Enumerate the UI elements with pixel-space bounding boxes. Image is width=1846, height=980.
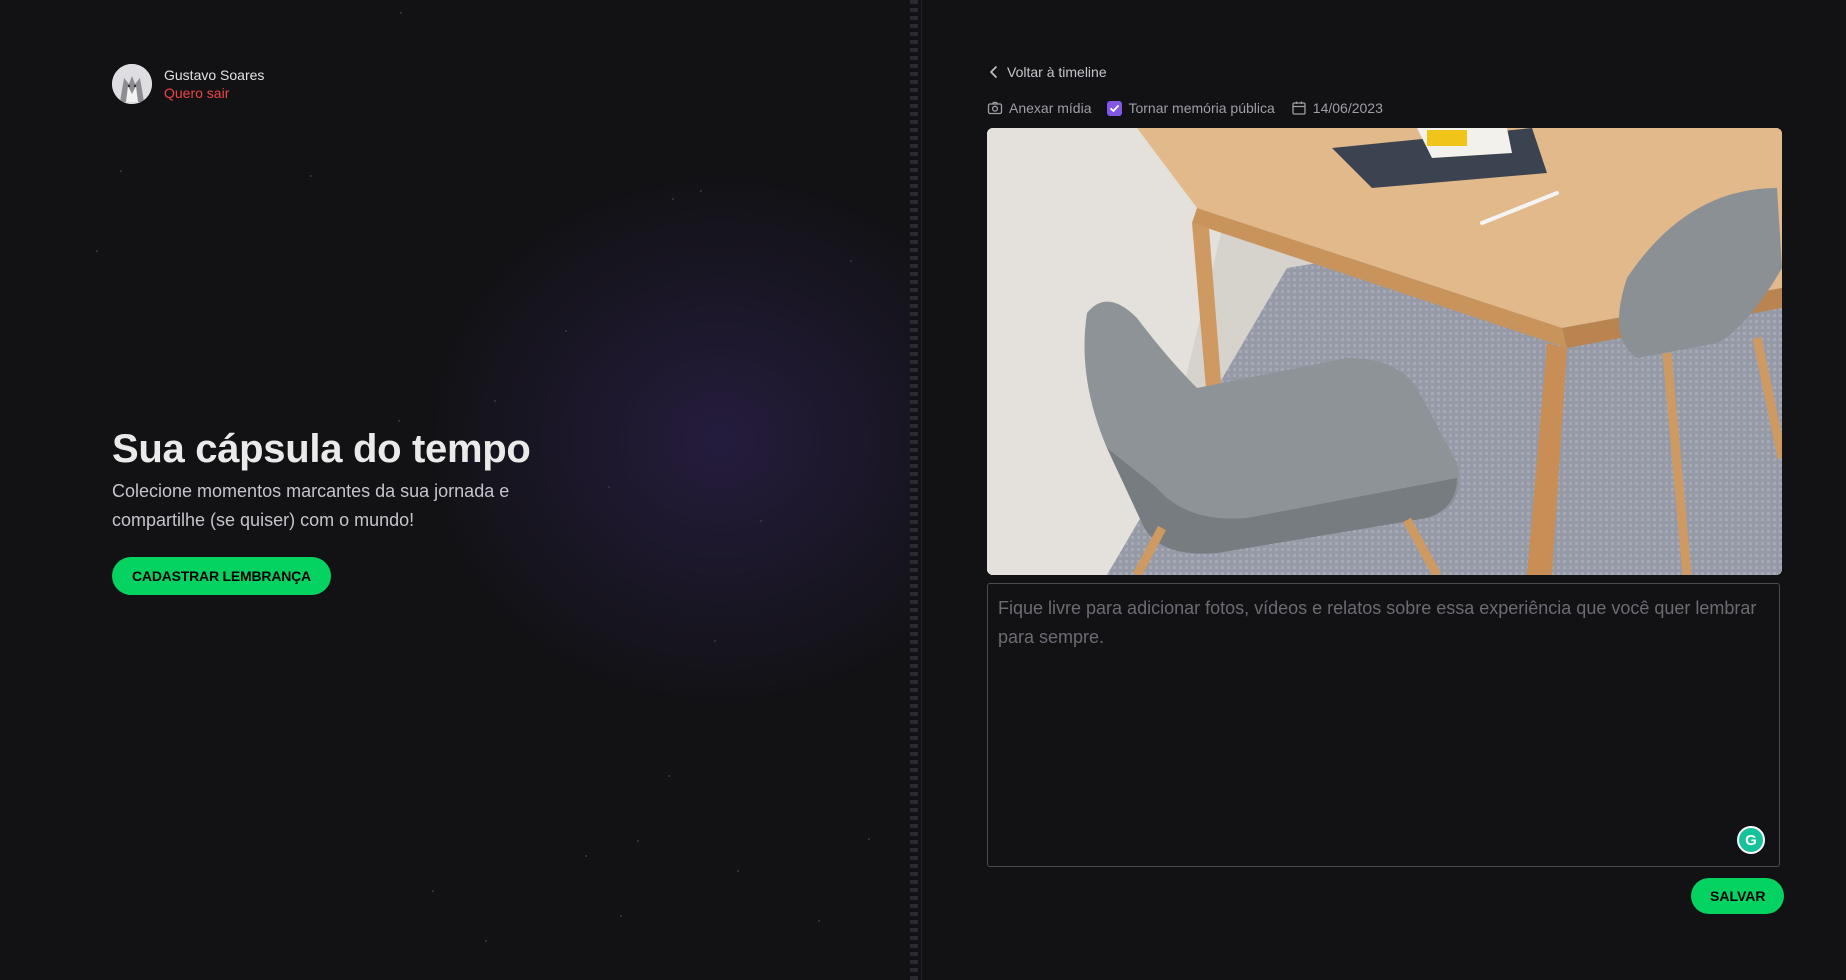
save-button[interactable]: SALVAR xyxy=(1691,878,1785,914)
chevron-left-icon xyxy=(990,66,997,78)
public-memory-checkbox[interactable] xyxy=(1107,100,1123,116)
public-memory-label: Tornar memória pública xyxy=(1128,100,1275,116)
back-to-timeline-link[interactable]: Voltar à timeline xyxy=(987,64,1107,80)
user-name: Gustavo Soares xyxy=(164,67,265,83)
attach-media-label: Anexar mídia xyxy=(1009,100,1092,116)
memory-cover-image[interactable] xyxy=(987,128,1782,575)
grammarly-icon[interactable]: G xyxy=(1737,826,1765,854)
stripe-separator xyxy=(910,0,918,980)
memory-date: 14/06/2023 xyxy=(1312,100,1383,116)
camera-icon xyxy=(987,101,1003,115)
register-memory-button[interactable]: CADASTRAR LEMBRANÇA xyxy=(112,557,331,595)
page-title: Sua cápsula do tempo xyxy=(112,427,531,471)
hero-section: Sua cápsula do tempo Colecione momentos … xyxy=(112,425,572,595)
logout-link[interactable]: Quero sair xyxy=(164,84,264,102)
editor-toolbar: Anexar mídia Tornar memória pública 14/0… xyxy=(987,100,1383,116)
date-picker[interactable]: 14/06/2023 xyxy=(1291,100,1383,116)
check-icon xyxy=(1110,104,1120,112)
back-label: Voltar à timeline xyxy=(1007,64,1107,80)
avatar[interactable] xyxy=(112,64,152,104)
hero-description: Colecione momentos marcantes da sua jorn… xyxy=(112,481,510,530)
user-profile: Gustavo Soares Quero sair xyxy=(112,64,264,104)
public-memory-toggle[interactable]: Tornar memória pública xyxy=(1107,100,1275,116)
attach-media-button[interactable]: Anexar mídia xyxy=(987,100,1091,116)
memory-editor: Voltar à timeline Anexar mídia Tornar me… xyxy=(922,0,1846,980)
left-panel: Gustavo Soares Quero sair Sua cápsula do… xyxy=(0,0,910,980)
calendar-icon xyxy=(1292,101,1306,115)
memory-content-input[interactable] xyxy=(987,583,1780,867)
